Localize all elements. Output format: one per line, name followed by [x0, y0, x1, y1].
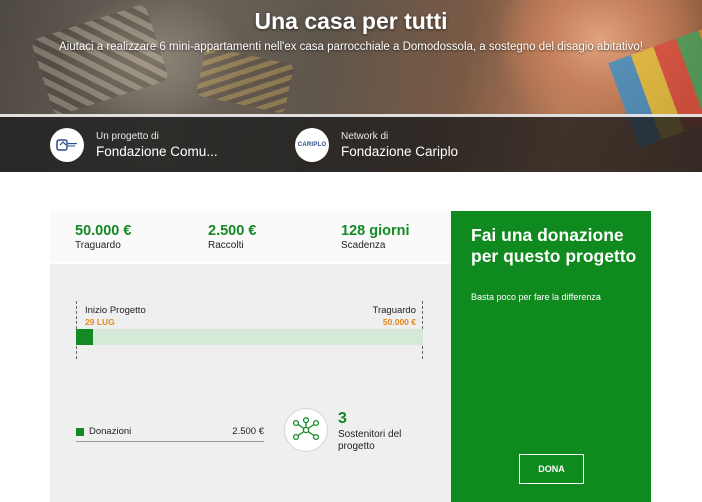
page-title: Una casa per tutti	[254, 8, 448, 34]
cariplo-logo-text: CARIPLO	[297, 142, 327, 148]
stat-label: Scadenza	[341, 240, 386, 251]
fondazione-cariplo-logo-icon: CARIPLO	[295, 128, 329, 162]
stat-deadline: 128 giorni Scadenza	[341, 223, 410, 251]
stat-label: Traguardo	[75, 240, 121, 251]
stat-goal: 50.000 € Traguardo	[75, 223, 131, 251]
donations-value: 2.500 €	[232, 426, 264, 437]
timeline-start-label: Inizio Progetto	[85, 305, 146, 316]
timeline-end-value: 50.000 €	[382, 317, 416, 327]
project-stats: 50.000 € Traguardo 2.500 € Raccolti 128 …	[50, 211, 451, 264]
timeline-start-date: 29 LUG	[85, 317, 115, 327]
page-subtitle: Aiutaci a realizzare 6 mini-appartamenti…	[59, 41, 643, 53]
stat-value: 2.500 €	[208, 223, 257, 239]
organization-promoter[interactable]: Un progetto di Fondazione Comu...	[50, 125, 218, 165]
network-icon	[284, 408, 328, 452]
donate-subtitle: Basta poco per fare la differenza	[471, 292, 601, 302]
hero-background-art	[195, 46, 295, 114]
timeline-end-label: Traguardo	[372, 305, 416, 316]
donate-panel: Fai una donazione per questo progetto Ba…	[451, 211, 651, 502]
organization-name: Fondazione Comu...	[96, 144, 218, 159]
donate-title: Fai una donazione per questo progetto	[471, 225, 637, 266]
organization-caption: Un progetto di	[96, 131, 159, 142]
fondazione-comunitaria-logo-icon	[50, 128, 84, 162]
donations-row: Donazioni 2.500 €	[76, 424, 264, 442]
hero-banner: Una casa per tutti Aiutaci a realizzare …	[0, 0, 702, 172]
organization-bar: Un progetto di Fondazione Comu... CARIPL…	[0, 114, 702, 172]
organization-caption: Network di	[341, 131, 389, 142]
project-progress-panel: 50.000 € Traguardo 2.500 € Raccolti 128 …	[50, 211, 451, 502]
stat-raised: 2.500 € Raccolti	[208, 223, 256, 251]
stat-label: Raccolti	[208, 240, 244, 251]
stat-value: 50.000 €	[75, 223, 132, 239]
progress-bar	[76, 329, 423, 345]
organization-network[interactable]: CARIPLO Network di Fondazione Cariplo	[295, 125, 458, 165]
progress-bar-fill	[76, 329, 94, 345]
organization-name: Fondazione Cariplo	[341, 144, 459, 159]
donations-label: Donazioni	[89, 426, 132, 437]
donate-button[interactable]: DONA	[519, 454, 584, 484]
supporters-label: Sostenitori del progetto	[338, 429, 402, 452]
supporters-count: 3	[338, 410, 347, 427]
stat-value: 128 giorni	[341, 223, 410, 239]
donations-legend-swatch	[76, 428, 84, 436]
